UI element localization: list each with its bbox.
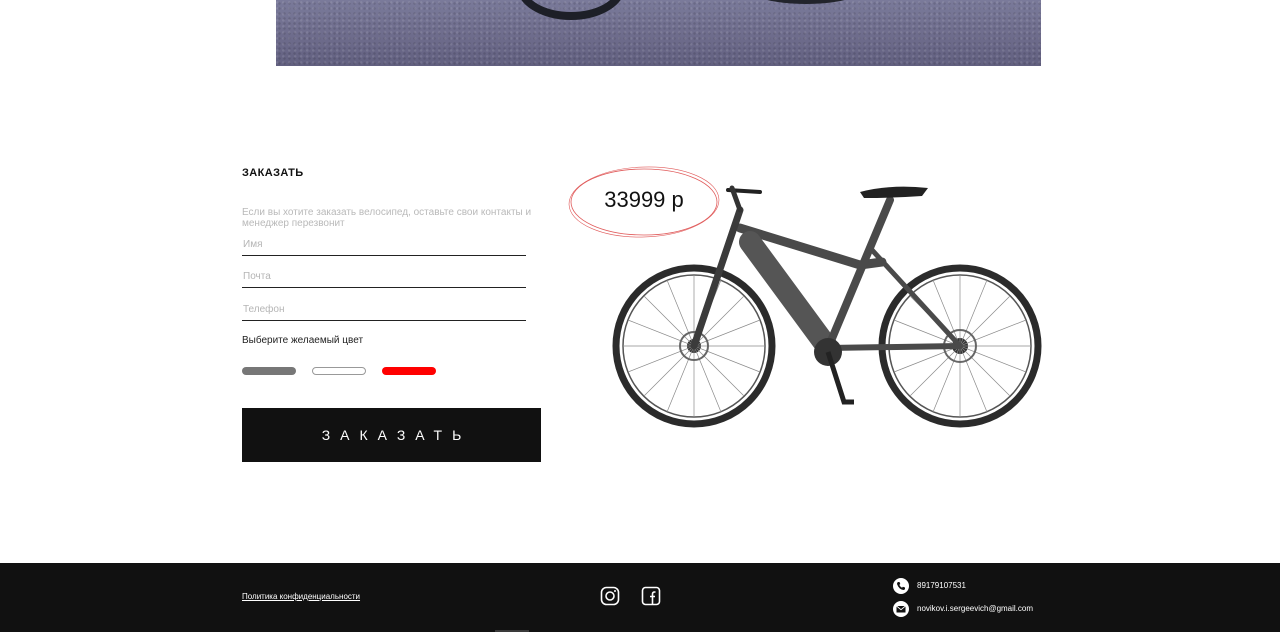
instagram-icon[interactable]: [600, 586, 620, 606]
color-option-gray[interactable]: [242, 367, 296, 375]
contact-email-link[interactable]: novikov.i.sergeevich@gmail.com: [917, 604, 1033, 613]
color-label: Выберите желаемый цвет: [242, 335, 364, 346]
hero-tire-shape: [516, 0, 626, 20]
bike-frame: [690, 185, 963, 359]
phone-input[interactable]: [242, 299, 526, 321]
phone-icon: [893, 578, 909, 594]
contact-phone: 89179107531: [917, 581, 966, 590]
facebook-icon[interactable]: [641, 586, 661, 606]
privacy-policy-link[interactable]: Политика конфиденциальности: [242, 592, 360, 601]
order-submit-button[interactable]: ЗАКАЗАТЬ: [242, 408, 541, 462]
color-option-red[interactable]: [382, 367, 436, 375]
bike-image: [612, 185, 1042, 428]
order-title: ЗАКАЗАТЬ: [242, 167, 304, 179]
name-input[interactable]: [242, 234, 526, 256]
footer: [0, 563, 1280, 632]
page: ЗАКАЗАТЬ Если вы хотите заказать велосип…: [0, 0, 1280, 632]
email-input[interactable]: [242, 266, 526, 288]
email-icon: [893, 601, 909, 617]
hero-tire-shape: [746, 0, 866, 4]
color-option-white[interactable]: [312, 367, 366, 375]
bike-seat: [860, 186, 928, 198]
order-description: Если вы хотите заказать велосипед, остав…: [242, 207, 532, 229]
hero-image: [276, 0, 1041, 66]
